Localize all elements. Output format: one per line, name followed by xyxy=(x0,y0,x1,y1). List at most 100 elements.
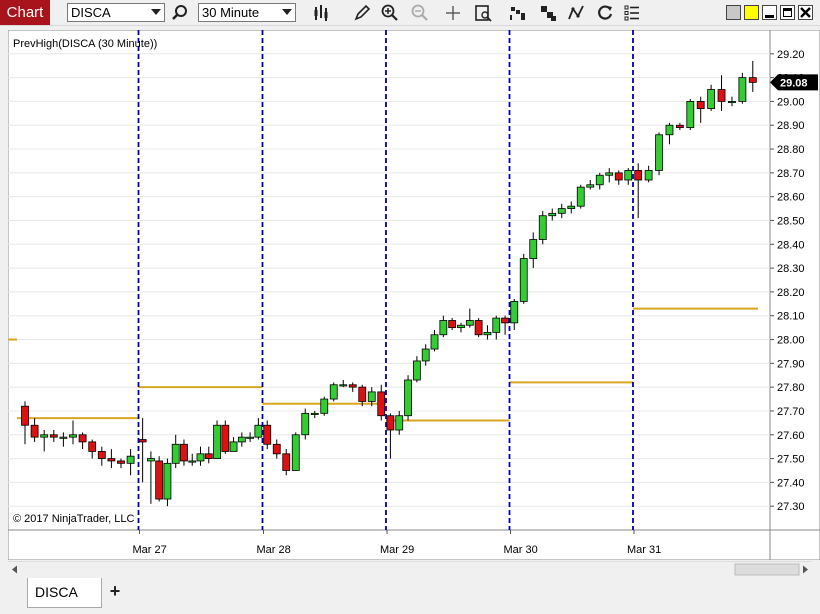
candle-body xyxy=(377,391,386,417)
candle-body xyxy=(529,239,538,259)
zoom-out-icon[interactable] xyxy=(410,3,430,23)
candle-body xyxy=(358,386,367,402)
candle-body xyxy=(717,89,726,102)
axis-corner xyxy=(769,529,820,560)
price-tick-label: 27.40 xyxy=(777,477,805,489)
candle-body xyxy=(155,460,164,500)
copyright-text: © 2017 NinjaTrader, LLC xyxy=(13,513,134,525)
chart-window-label[interactable]: Chart xyxy=(0,0,50,25)
crosshair-icon[interactable] xyxy=(443,3,463,23)
pencil-icon[interactable] xyxy=(352,3,372,23)
candle-body xyxy=(614,172,623,181)
instrument-value: DISCA xyxy=(71,5,111,20)
time-tick-label: Mar 29 xyxy=(380,544,414,556)
candle-body xyxy=(748,77,757,83)
candle-body xyxy=(310,412,319,415)
color-swatch-gray[interactable] xyxy=(726,5,741,20)
properties-icon[interactable] xyxy=(622,3,642,23)
candle-body xyxy=(229,441,238,452)
candle-body xyxy=(254,424,263,438)
price-chart[interactable]: 29.2029.1029.0028.9028.8028.7028.6028.50… xyxy=(8,30,820,560)
price-tick-label: 27.50 xyxy=(777,454,805,466)
bar-type-icon[interactable] xyxy=(312,3,332,23)
candle-body xyxy=(263,424,272,445)
candle-body xyxy=(213,424,221,459)
scrollbar-thumb[interactable] xyxy=(734,563,800,576)
candle-body xyxy=(329,384,338,400)
candle-body xyxy=(474,320,483,336)
candle-body xyxy=(404,379,412,417)
candle-body xyxy=(188,460,197,463)
candle-body xyxy=(519,258,528,302)
candle-body xyxy=(367,391,376,402)
candle-body xyxy=(448,320,457,329)
candle-body xyxy=(686,101,695,129)
candle-body xyxy=(624,170,633,181)
candle-body xyxy=(291,434,300,471)
maximize-icon xyxy=(783,8,792,17)
chevron-down-icon xyxy=(151,9,161,15)
strategies-icon[interactable] xyxy=(566,3,586,23)
candle-body xyxy=(548,212,557,217)
candle-body xyxy=(665,124,674,136)
candle-body xyxy=(30,424,39,438)
templates-icon[interactable] xyxy=(538,3,558,23)
price-tick-label: 28.80 xyxy=(777,144,805,156)
candle-body xyxy=(78,434,87,443)
tab-disca[interactable]: DISCA xyxy=(27,578,102,608)
minimize-button[interactable] xyxy=(762,5,777,20)
candle-body xyxy=(605,172,614,176)
candle-body xyxy=(655,134,663,171)
scroll-left-icon[interactable] xyxy=(12,565,17,574)
maximize-button[interactable] xyxy=(780,5,795,20)
candle-body xyxy=(492,317,501,333)
candle-body xyxy=(221,424,230,452)
close-button[interactable] xyxy=(798,5,813,20)
candle-body xyxy=(465,320,474,326)
price-tick-label: 29.20 xyxy=(777,49,805,61)
price-tick-label: 28.70 xyxy=(777,168,805,180)
candle-body xyxy=(97,451,106,459)
price-tick-label: 27.30 xyxy=(777,501,805,513)
search-icon[interactable] xyxy=(170,3,190,23)
chevron-down-icon xyxy=(282,9,292,15)
instrument-selector[interactable]: DISCA xyxy=(67,3,165,22)
candle-body xyxy=(728,101,736,104)
reload-icon[interactable] xyxy=(595,3,615,23)
candle-body xyxy=(644,170,653,181)
candle-body xyxy=(348,384,357,388)
tab-bar: DISCA + xyxy=(0,576,820,614)
price-tick-label: 28.00 xyxy=(777,335,805,347)
add-tab-button[interactable]: + xyxy=(104,579,126,605)
candle-body xyxy=(412,360,421,381)
candle-body xyxy=(272,443,281,455)
candle-body xyxy=(567,205,576,209)
candle-body xyxy=(138,439,147,443)
interval-selector[interactable]: 30 Minute xyxy=(198,3,296,22)
candle-body xyxy=(180,443,188,462)
chart-trader-icon[interactable] xyxy=(508,3,528,23)
candle-body xyxy=(237,436,246,443)
candle-body xyxy=(196,453,205,462)
price-tick-label: 28.50 xyxy=(777,215,805,227)
candle-body xyxy=(126,455,135,464)
candle-body xyxy=(501,317,509,324)
price-tick-label: 27.70 xyxy=(777,406,805,418)
chart-area[interactable]: 29.2029.1029.0028.9028.8028.7028.6028.50… xyxy=(8,30,820,560)
price-tick-label: 27.80 xyxy=(777,382,805,394)
scroll-right-icon[interactable] xyxy=(803,565,808,574)
price-tick-label: 28.30 xyxy=(777,263,805,275)
candle-body xyxy=(40,434,49,438)
price-tick-label: 28.20 xyxy=(777,287,805,299)
candle-body xyxy=(21,405,29,426)
data-box-icon[interactable] xyxy=(473,3,493,23)
candle-body xyxy=(301,412,310,436)
candle-body xyxy=(339,384,348,387)
zoom-in-icon[interactable] xyxy=(380,3,400,23)
candle-body xyxy=(510,301,519,324)
horizontal-scrollbar[interactable] xyxy=(8,561,812,576)
candle-body xyxy=(634,170,643,181)
candle-body xyxy=(395,415,404,431)
color-swatch-yellow[interactable] xyxy=(744,5,759,20)
candle-body xyxy=(675,124,684,129)
